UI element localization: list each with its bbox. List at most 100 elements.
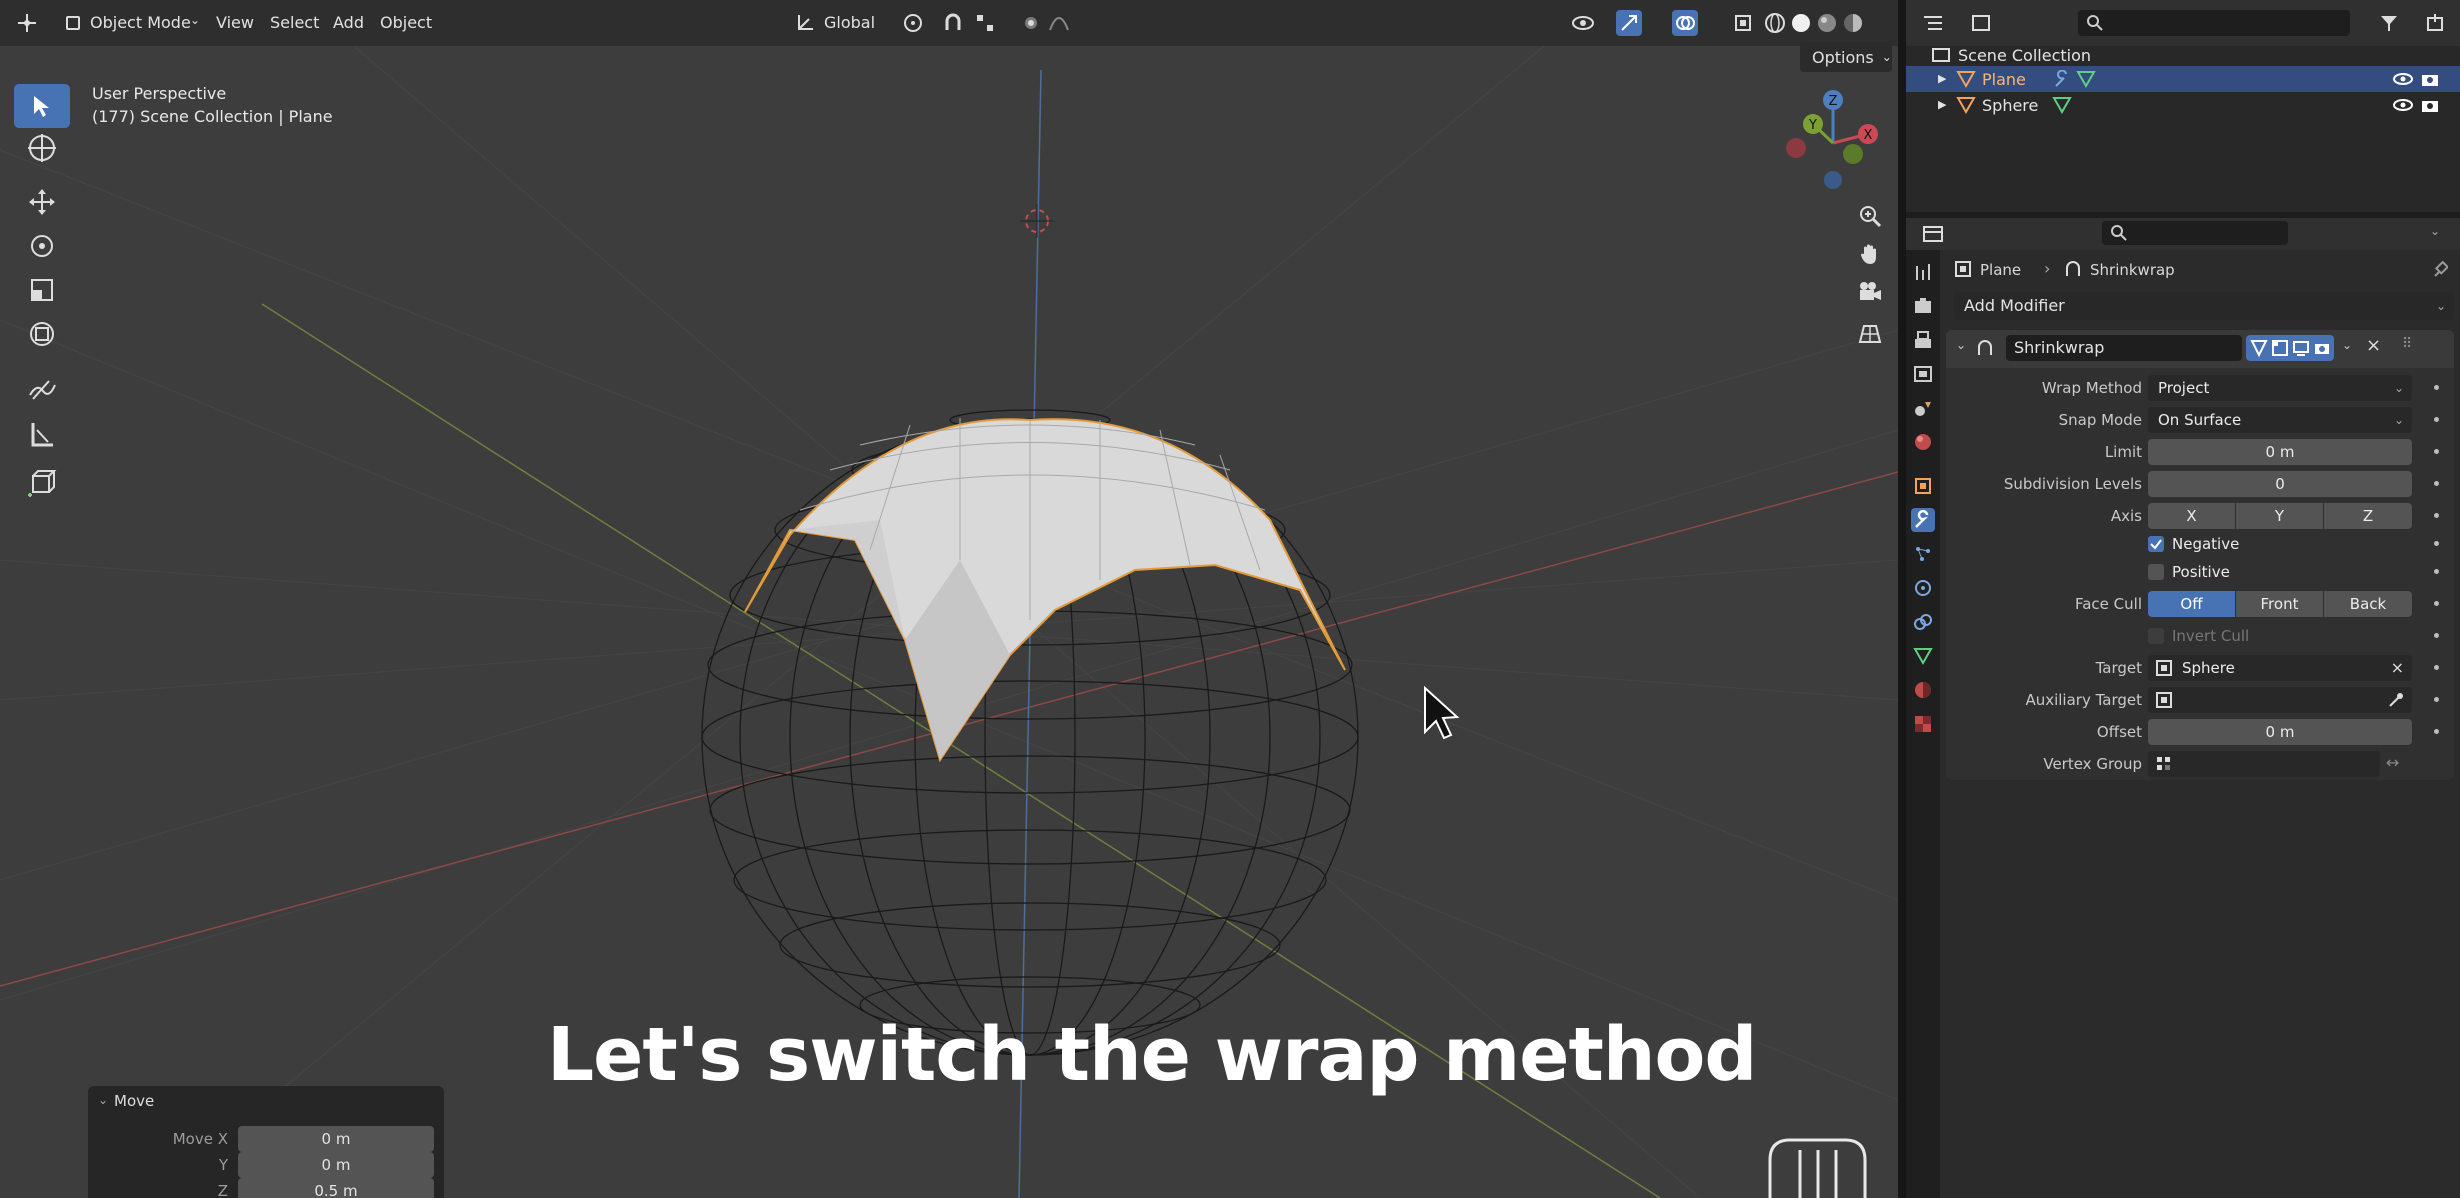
render-camera-icon[interactable] (2420, 70, 2440, 88)
zoom-icon[interactable] (1850, 196, 1890, 236)
face-cull-front-toggle[interactable]: Front (2236, 591, 2323, 617)
menu-view[interactable]: View (216, 13, 254, 32)
falloff-curve-icon[interactable] (1046, 10, 1072, 36)
view-layer-tab-icon[interactable] (1911, 362, 1935, 386)
face-cull-back-toggle[interactable]: Back (2324, 591, 2412, 617)
drag-handle-icon[interactable]: ⠿ (2402, 336, 2412, 352)
keyframe-dot[interactable] (2434, 449, 2439, 454)
outliner-search-input[interactable] (2078, 10, 2350, 36)
3d-viewport[interactable]: Object Mode ⌄ View Select Add Object Glo… (0, 0, 1898, 1198)
gizmo-toggle-icon[interactable] (1616, 10, 1642, 36)
camera-view-icon[interactable] (1850, 272, 1890, 312)
options-dropdown[interactable]: Options ⌄ (1800, 42, 1892, 72)
navigation-gizmo[interactable]: Z X Y (1778, 88, 1888, 198)
new-collection-icon[interactable] (2422, 10, 2448, 36)
last-operation-panel[interactable]: ⌄ Move Move X 0 m Y 0 m Z 0.5 m (88, 1086, 444, 1198)
edit-cage-icon[interactable] (2250, 339, 2268, 357)
xray-toggle-icon[interactable] (1730, 10, 1756, 36)
visibility-eye-icon[interactable] (1570, 10, 1596, 36)
edit-mode-icon[interactable] (2271, 339, 2289, 357)
expand-arrow-icon[interactable]: ▶ (1938, 72, 1946, 85)
mesh-data-tab-icon[interactable] (1911, 644, 1935, 668)
subdivision-levels-field[interactable]: 0 (2148, 471, 2412, 497)
add-modifier-dropdown[interactable]: Add Modifier ⌄ (1954, 292, 2454, 320)
visibility-eye-icon[interactable] (2392, 71, 2414, 87)
close-icon[interactable]: × (2366, 335, 2381, 356)
snap-mode-dropdown[interactable]: On Surface ⌄ (2148, 407, 2412, 433)
material-shading-icon[interactable] (1814, 10, 1840, 36)
properties-search-input[interactable] (2102, 221, 2288, 245)
snap-icon[interactable] (940, 10, 966, 36)
object-tab-icon[interactable] (1911, 474, 1935, 498)
tool-tab-icon[interactable] (1911, 260, 1935, 284)
positive-checkbox[interactable] (2148, 564, 2164, 580)
snap-increment-icon[interactable] (972, 10, 998, 36)
pivot-point-icon[interactable] (900, 10, 926, 36)
measure-tool[interactable] (14, 412, 70, 456)
eyedropper-icon[interactable] (2388, 692, 2404, 708)
move-y-field[interactable]: 0 m (238, 1152, 434, 1178)
perspective-toggle-icon[interactable] (1850, 314, 1890, 354)
wrap-method-dropdown[interactable]: Project ⌄ (2148, 375, 2412, 401)
chevron-down-icon[interactable]: ⌄ (2342, 338, 2352, 352)
keyframe-dot[interactable] (2434, 729, 2439, 734)
scene-tab-icon[interactable] (1911, 396, 1935, 420)
move-x-field[interactable]: 0 m (238, 1126, 434, 1152)
axis-x-toggle[interactable]: X (2148, 503, 2235, 529)
limit-field[interactable]: 0 m (2148, 439, 2412, 465)
modifier-name-field[interactable]: Shrinkwrap (2006, 335, 2242, 361)
modifier-tab-icon[interactable] (1911, 508, 1935, 532)
chevron-down-icon[interactable]: ⌄ (2430, 224, 2440, 238)
add-cube-tool[interactable] (14, 460, 70, 504)
keyframe-dot[interactable] (2434, 633, 2439, 638)
pin-icon[interactable] (2432, 261, 2448, 279)
invert-cull-checkbox[interactable] (2148, 628, 2164, 644)
proportional-edit-icon[interactable] (1018, 10, 1044, 36)
axis-y-toggle[interactable]: Y (2236, 503, 2323, 529)
world-tab-icon[interactable] (1911, 430, 1935, 454)
texture-tab-icon[interactable] (1911, 712, 1935, 736)
clear-icon[interactable]: × (2391, 655, 2404, 681)
solid-shading-icon[interactable] (1788, 10, 1814, 36)
keyframe-dot[interactable] (2434, 541, 2439, 546)
auxiliary-target-field[interactable] (2148, 687, 2412, 713)
keyframe-dot[interactable] (2434, 513, 2439, 518)
scene-collection-row[interactable]: Scene Collection (1906, 42, 2460, 68)
render-tab-icon[interactable] (1911, 294, 1935, 318)
face-cull-off-toggle[interactable]: Off (2148, 591, 2235, 617)
target-field[interactable]: Sphere × (2148, 655, 2412, 681)
offset-field[interactable]: 0 m (2148, 719, 2412, 745)
particles-tab-icon[interactable] (1911, 542, 1935, 566)
axis-z-toggle[interactable]: Z (2324, 503, 2412, 529)
keyframe-dot[interactable] (2434, 481, 2439, 486)
filter-icon[interactable] (2376, 10, 2402, 36)
3d-viewport-icon[interactable] (14, 10, 40, 36)
collapse-chevron-icon[interactable]: ⌄ (1956, 338, 1966, 352)
scale-tool[interactable] (14, 268, 70, 312)
transform-tool[interactable] (14, 312, 70, 356)
keyframe-dot[interactable] (2434, 697, 2439, 702)
keyframe-dot[interactable] (2434, 569, 2439, 574)
render-camera-icon[interactable] (2420, 96, 2440, 114)
outliner-editor-icon[interactable] (1920, 10, 1946, 36)
rendered-shading-icon[interactable] (1840, 10, 1866, 36)
keyframe-dot[interactable] (2434, 601, 2439, 606)
mode-dropdown[interactable]: Object Mode ⌄ (62, 8, 202, 38)
output-tab-icon[interactable] (1911, 328, 1935, 352)
move-tool[interactable] (14, 180, 70, 224)
display-mode-icon[interactable] (1968, 10, 1994, 36)
expand-arrow-icon[interactable]: ▶ (1938, 98, 1946, 111)
negative-checkbox[interactable] (2148, 536, 2164, 552)
menu-select[interactable]: Select (270, 13, 319, 32)
wireframe-shading-icon[interactable] (1762, 10, 1788, 36)
render-camera-icon[interactable] (2313, 339, 2331, 357)
keyframe-dot[interactable] (2434, 665, 2439, 670)
vertex-group-field[interactable] (2148, 751, 2380, 777)
visibility-eye-icon[interactable] (2392, 97, 2414, 113)
select-box-tool[interactable] (14, 84, 70, 128)
menu-object[interactable]: Object (380, 13, 432, 32)
overlays-toggle-icon[interactable] (1672, 10, 1698, 36)
material-tab-icon[interactable] (1911, 678, 1935, 702)
move-z-field[interactable]: 0.5 m (238, 1178, 434, 1198)
invert-arrows-icon[interactable]: ↔ (2386, 753, 2399, 772)
